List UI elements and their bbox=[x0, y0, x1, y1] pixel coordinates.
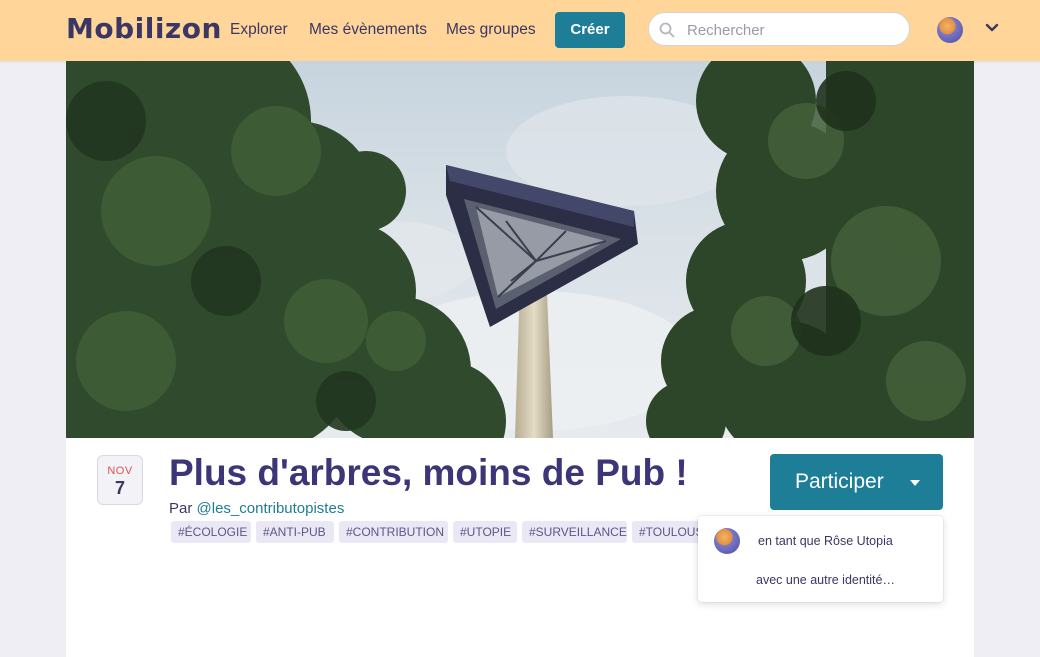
participate-dropdown: en tant que Rôse Utopia avec une autre i… bbox=[698, 516, 943, 602]
date-month: NOV bbox=[107, 465, 133, 477]
event-date-badge: NOV 7 bbox=[97, 455, 143, 505]
identity-option-label: en tant que Rôse Utopia bbox=[758, 534, 893, 548]
tag-item[interactable]: #ANTI-PUB bbox=[256, 521, 334, 543]
search-input[interactable] bbox=[685, 19, 899, 41]
organizer-link[interactable]: @les_contributopistes bbox=[197, 500, 345, 517]
event-title: Plus d'arbres, moins de Pub ! bbox=[169, 452, 688, 493]
identity-avatar bbox=[714, 528, 740, 554]
participate-as-identity[interactable]: en tant que Rôse Utopia bbox=[698, 526, 943, 558]
nav-my-groups[interactable]: Mes groupes bbox=[446, 21, 536, 39]
tag-item[interactable]: #UTOPIE bbox=[453, 521, 517, 543]
chevron-down-icon[interactable] bbox=[985, 23, 999, 33]
participate-label: Participer bbox=[795, 470, 884, 493]
search-box[interactable] bbox=[648, 12, 910, 46]
participate-other-identity[interactable]: avec une autre identité… bbox=[698, 568, 943, 592]
nav-explorer[interactable]: Explorer bbox=[230, 21, 288, 39]
nav-my-events[interactable]: Mes évènements bbox=[309, 21, 427, 39]
participate-button[interactable]: Participer bbox=[770, 454, 943, 510]
tag-item[interactable]: #CONTRIBUTION bbox=[339, 521, 448, 543]
event-byline: Par @les_contributopistes bbox=[169, 500, 344, 517]
tag-item[interactable]: #SURVEILLANCE bbox=[522, 521, 627, 543]
date-day: 7 bbox=[114, 478, 125, 498]
byline-prefix: Par bbox=[169, 500, 193, 517]
mobilizon-logo[interactable]: Mobilizon bbox=[66, 12, 222, 45]
banner-illustration bbox=[66, 61, 974, 438]
search-icon bbox=[659, 22, 675, 38]
other-identity-label: avec une autre identité… bbox=[756, 573, 895, 587]
create-button[interactable]: Créer bbox=[555, 12, 625, 48]
tag-item[interactable]: #ÉCOLOGIE bbox=[171, 521, 251, 543]
event-banner-image bbox=[66, 61, 974, 438]
caret-down-icon bbox=[910, 480, 920, 486]
user-avatar[interactable] bbox=[937, 17, 963, 43]
top-navbar: Mobilizon Explorer Mes évènements Mes gr… bbox=[0, 0, 1040, 61]
